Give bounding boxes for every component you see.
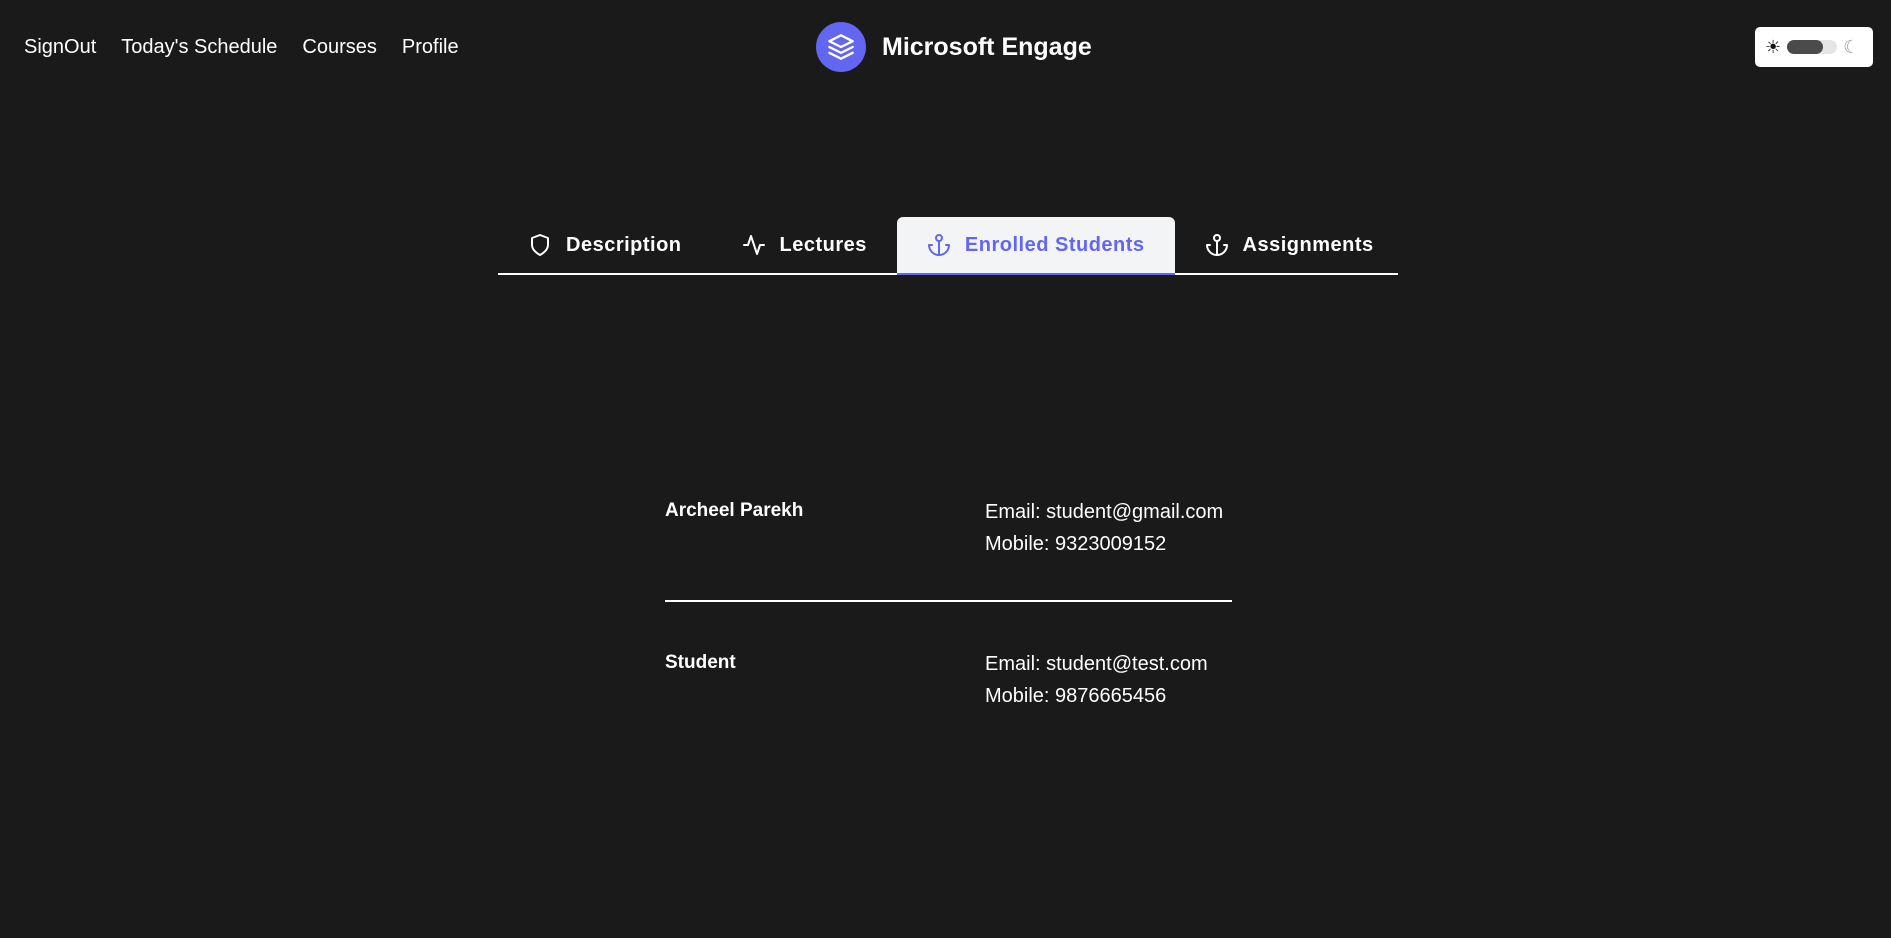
signout-link[interactable]: SignOut (24, 36, 96, 59)
tab-lectures[interactable]: Lectures (712, 217, 897, 273)
tab-label: Description (566, 233, 682, 256)
header: SignOut Today's Schedule Courses Profile… (0, 0, 1891, 96)
list-item: Archeel Parekh Email: student@gmail.com … (665, 496, 1232, 600)
tab-description[interactable]: Description (498, 217, 712, 273)
brand-title: Microsoft Engage (882, 32, 1092, 61)
sun-icon: ☀ (1765, 37, 1782, 57)
courses-link[interactable]: Courses (302, 36, 376, 59)
student-contact: Email: student@test.com Mobile: 98766654… (985, 648, 1208, 752)
tab-label: Enrolled Students (964, 233, 1145, 256)
divider (665, 600, 1232, 602)
theme-toggle[interactable]: ☀ ☾ (1755, 27, 1873, 67)
toggle-knob (1787, 40, 1824, 54)
moon-icon: ☾ (1843, 37, 1860, 57)
anchor-icon (927, 234, 950, 256)
anchor-icon (1205, 234, 1228, 256)
tab-assignments[interactable]: Assignments (1175, 217, 1404, 273)
course-tabs: Description Lectures Enrolled Students A… (498, 217, 1398, 275)
student-name: Student (665, 652, 736, 673)
tab-enrolled-students[interactable]: Enrolled Students (896, 217, 1175, 275)
student-contact: Email: student@gmail.com Mobile: 9323009… (985, 496, 1223, 600)
student-name: Archeel Parekh (665, 500, 804, 521)
list-item: Student Email: student@test.com Mobile: … (665, 648, 1232, 752)
brand[interactable]: Microsoft Engage (816, 22, 1092, 72)
shield-icon (531, 234, 549, 256)
student-mobile: Mobile: 9323009152 (985, 533, 1167, 555)
todays-schedule-link[interactable]: Today's Schedule (121, 36, 277, 59)
toggle-track[interactable] (1787, 40, 1838, 54)
tab-label: Lectures (779, 233, 867, 256)
layers-icon (816, 22, 866, 72)
student-email: Email: student@test.com (985, 653, 1208, 675)
profile-link[interactable]: Profile (402, 36, 459, 59)
tab-label: Assignments (1242, 233, 1374, 256)
enrolled-students-list: Archeel Parekh Email: student@gmail.com … (665, 496, 1232, 752)
student-email: Email: student@gmail.com (985, 501, 1224, 523)
top-nav: SignOut Today's Schedule Courses Profile (24, 36, 459, 59)
activity-icon (742, 235, 765, 255)
student-mobile: Mobile: 9876665456 (985, 685, 1167, 707)
